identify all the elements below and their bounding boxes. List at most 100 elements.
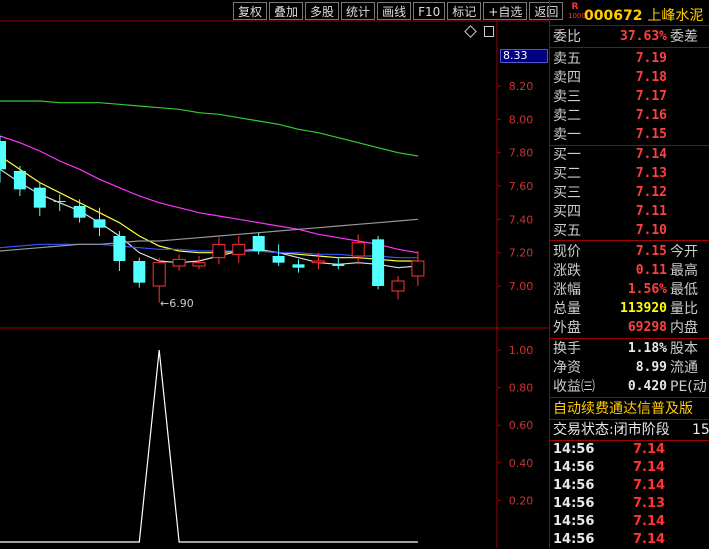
candle [33, 182, 46, 216]
stat-row-2-label2: 最低 [670, 282, 698, 298]
sell-row-1-value: 7.15 [635, 127, 667, 142]
candle [192, 256, 206, 270]
tick-price: 7.14 [633, 532, 666, 547]
marquee-text[interactable]: 自动续费通达信普及版 [553, 401, 693, 417]
marquee-row[interactable]: 自动续费通达信普及版 [553, 400, 709, 418]
candle-body [351, 242, 365, 257]
stock-name: 上峰水泥 [647, 8, 704, 24]
candle-body [93, 219, 106, 228]
tick-row: 14:56 7.13 [553, 495, 709, 513]
divider [550, 240, 709, 241]
status-num: 15 [692, 422, 709, 438]
candle-body [73, 206, 86, 218]
toolbar-button-5[interactable]: F10 [413, 2, 446, 20]
toolbar-button-2[interactable]: 多股 [305, 2, 340, 20]
stat-row-0-value: 7.15 [635, 244, 667, 259]
divider [550, 47, 709, 48]
stat-row-4-label2: 内盘 [670, 320, 698, 336]
status-row: 交易状态:闭市阶段 15 [553, 421, 709, 439]
kline-chart[interactable]: 1.00 0.80 0.60 0.40 0.20 8.20 8.00 7.80 7.60 7.4… [0, 0, 549, 548]
stock-code: 000672 [584, 8, 643, 24]
low-price-text: 6.90 [169, 297, 194, 310]
status-value: 闭市阶段 [613, 422, 670, 438]
candle [93, 207, 106, 236]
toolbar-button-0[interactable]: 复权 [233, 2, 268, 20]
candle-body [0, 141, 6, 170]
stat-row-0-label2: 今开 [670, 244, 698, 260]
toolbar-button-1[interactable]: 叠加 [269, 2, 304, 20]
current-price-marker: 8.33 [500, 49, 548, 63]
tick-row: 14:56 7.14 [553, 459, 709, 477]
stat2-row-1-value: 8.99 [635, 360, 667, 375]
tick-time: 14:56 [553, 532, 595, 547]
candle-body [113, 236, 126, 261]
stat-row-1: 涨跌 0.11 最高 [553, 262, 709, 280]
stat2-row-0: 换手 1.18% 股本 [553, 340, 709, 358]
stat-row-0: 现价 7.15 今开 [553, 243, 709, 261]
price-tick-label: 7.00 [509, 280, 534, 293]
candle-body [311, 260, 325, 264]
stat2-row-0-label: 换手 [553, 341, 581, 357]
stat2-row-0-label2: 股本 [670, 341, 698, 357]
stat-row-1-label2: 最高 [670, 263, 698, 279]
candle [73, 199, 86, 223]
divider [550, 419, 709, 420]
stat2-row-0-value: 1.18% [627, 341, 667, 356]
candle-body [252, 236, 265, 251]
buy-row-3: 买三 7.12 [553, 184, 709, 202]
sell-row-2: 卖二 7.16 [553, 107, 709, 125]
candle-body [172, 258, 186, 267]
quote-panel: R 1000 000672 上峰水泥 委比 37.63% 委差 卖五 7.19 卖四… [549, 0, 709, 548]
tick-time: 14:56 [553, 478, 595, 493]
weibi-value: 37.63% [620, 29, 667, 44]
candle [152, 257, 166, 303]
stat-row-0-label: 现价 [553, 244, 581, 260]
stat-row-1-label: 涨跌 [553, 263, 581, 279]
sell-row-5-value: 7.19 [635, 51, 667, 66]
candle [212, 237, 226, 265]
window-icon[interactable] [484, 26, 494, 37]
weibi-row: 委比 37.63% 委差 [553, 28, 709, 46]
tick-time: 14:56 [553, 442, 595, 457]
toolbar-button-4[interactable]: 画线 [377, 2, 412, 20]
stat-row-3-value: 113920 [620, 301, 667, 316]
price-tick-label: 7.80 [509, 147, 534, 160]
weibi-label: 委比 [553, 29, 581, 45]
tick-price: 7.14 [633, 442, 666, 457]
buy-row-4: 买四 7.11 [553, 203, 709, 221]
candle [351, 234, 365, 265]
toolbar-button-7[interactable]: +自选 [483, 2, 528, 20]
sell-row-3: 卖三 7.17 [553, 88, 709, 106]
candle-body [53, 201, 66, 202]
buy-row-2: 买二 7.13 [553, 165, 709, 183]
candle [272, 244, 285, 266]
buy-row-3-label: 买三 [553, 185, 581, 201]
candle-body [372, 239, 385, 286]
buy-row-1-value: 7.14 [635, 147, 667, 162]
candle-body [232, 243, 246, 255]
buy-row-5-label: 买五 [553, 223, 581, 239]
tick-row: 14:56 7.14 [553, 531, 709, 549]
candle [411, 251, 425, 286]
buy-row-4-label: 买四 [553, 204, 581, 220]
toolbar-button-6[interactable]: 标记 [447, 2, 482, 20]
tick-price: 7.14 [633, 514, 666, 529]
sell-row-4-label: 卖四 [553, 70, 581, 86]
candle-body [411, 260, 425, 277]
stat-row-3-label: 总量 [553, 301, 581, 317]
buy-row-1: 买一 7.14 [553, 146, 709, 164]
indicator-tick-label: 1.00 [509, 344, 534, 357]
candle-body [212, 243, 226, 259]
candle [292, 259, 305, 273]
candle-body [152, 262, 166, 287]
price-tick-label: 7.40 [509, 213, 534, 226]
r-badge-bottom: 1000 [568, 12, 586, 20]
stat-row-4-value: 69298 [627, 320, 667, 335]
toolbar-button-3[interactable]: 统计 [341, 2, 376, 20]
stat-row-4-label: 外盘 [553, 320, 581, 336]
indicator-line [0, 349, 418, 543]
stat-row-3-label2: 量比 [670, 301, 698, 317]
candle [391, 276, 405, 300]
sell-row-1: 卖一 7.15 [553, 126, 709, 144]
tick-row: 14:56 7.14 [553, 441, 709, 459]
